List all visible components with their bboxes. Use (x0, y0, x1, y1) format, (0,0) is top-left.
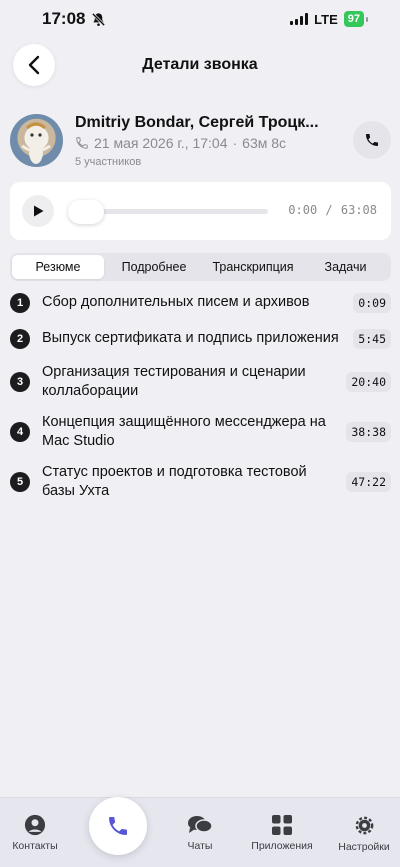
list-item[interactable]: 2 Выпуск сертификата и подпись приложени… (10, 327, 391, 350)
topic-time[interactable]: 20:40 (346, 371, 391, 392)
topic-text: Организация тестирования и сценарии колл… (42, 364, 306, 399)
tab-summary[interactable]: Резюме (12, 255, 104, 279)
grid-icon (272, 815, 292, 835)
topic-time[interactable]: 47:22 (346, 471, 391, 492)
tab-details[interactable]: Подробнее (104, 255, 204, 279)
total-time: 63:08 (340, 203, 377, 217)
list-item[interactable]: 3 Организация тестирования и сценарии ко… (10, 363, 391, 400)
progress-knob[interactable] (68, 200, 104, 224)
audio-player: 0:00 / 63:08 (10, 182, 391, 240)
current-time: 0:00 (288, 203, 318, 217)
network-label: LTE (314, 11, 338, 27)
topic-time[interactable]: 0:09 (353, 292, 391, 313)
call-date: 21 мая 2026 г., 17:04 (94, 135, 228, 151)
date-separator: · (232, 135, 238, 151)
call-button[interactable] (353, 121, 391, 159)
phone-fab-button[interactable] (89, 797, 147, 855)
bell-slash-icon (92, 12, 106, 26)
participants-count: 5 участников (75, 156, 142, 168)
phone-icon (366, 134, 378, 146)
tab-transcription[interactable]: Транскрипция (204, 255, 302, 279)
phone-icon (109, 817, 127, 835)
topic-text: Выпуск сертификата и подпись приложения (42, 330, 339, 347)
time-divider: / (325, 203, 333, 217)
tabbar-contacts[interactable]: Контакты (0, 814, 70, 852)
play-button[interactable] (22, 195, 54, 227)
status-time: 17:08 (42, 9, 86, 28)
tabbar-contacts-label: Контакты (12, 840, 58, 852)
topic-number: 1 (10, 292, 30, 313)
play-icon (34, 205, 44, 217)
tab-tasks[interactable]: Задачи (302, 255, 389, 279)
topic-text: Концепция защищённого мессенджера на Mac… (42, 414, 326, 449)
tabbar-settings[interactable]: Настройки (329, 814, 399, 853)
topic-number: 2 (10, 328, 30, 349)
avatar (10, 114, 63, 167)
tabbar-apps-label: Приложения (251, 840, 313, 852)
tabbar-settings-label: Настройки (338, 841, 390, 853)
list-item[interactable]: 1 Сбор дополнительных писем и архивов 0:… (10, 291, 391, 314)
signal-icon (290, 13, 309, 25)
topic-number: 4 (10, 421, 30, 442)
list-item[interactable]: 4 Концепция защищённого мессенджера на M… (10, 413, 391, 450)
topic-time[interactable]: 38:38 (346, 421, 391, 442)
segmented-tabs: Резюме Подробнее Транскрипция Задачи (10, 253, 391, 281)
call-duration: 63м 8с (242, 135, 287, 151)
status-bar: 17:08 LTE 97 (0, 0, 400, 38)
tabbar-apps[interactable]: Приложения (247, 814, 317, 852)
list-item[interactable]: 5 Статус проектов и подготовка тестовой … (10, 463, 391, 500)
phone-incoming-icon (76, 137, 88, 149)
call-info: Dmitriy Bondar, Сергей Троцк... 21 мая 2… (10, 114, 392, 170)
topic-number: 3 (10, 371, 30, 392)
tabbar-chats-label: Чаты (187, 840, 213, 852)
page-title: Детали звонка (142, 56, 258, 73)
topic-time[interactable]: 5:45 (353, 328, 391, 349)
participants-title: Dmitriy Bondar, Сергей Троцк... (75, 114, 319, 131)
tabbar-chats[interactable]: Чаты (165, 814, 235, 852)
topic-text: Сбор дополнительных писем и архивов (42, 294, 310, 311)
topic-number: 5 (10, 471, 30, 492)
tab-bar: Контакты Чаты Приложения Настройки (0, 797, 400, 867)
topic-text: Статус проектов и подготовка тестовой ба… (42, 464, 307, 499)
gear-icon (355, 816, 373, 835)
battery-icon: 97 (343, 11, 364, 27)
header: Детали звонка (0, 44, 400, 90)
chat-icon (188, 816, 213, 833)
topics-list: 1 Сбор дополнительных писем и архивов 0:… (10, 291, 391, 513)
person-icon (24, 814, 46, 836)
